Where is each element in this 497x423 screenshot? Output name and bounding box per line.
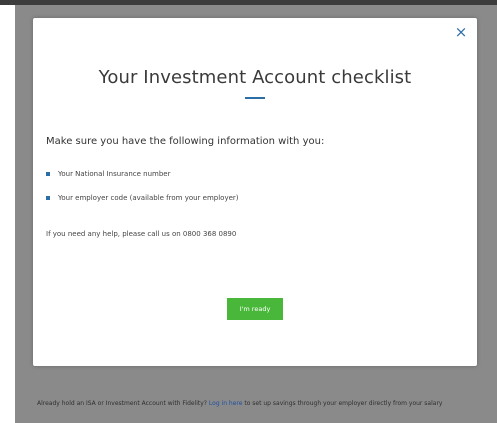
intro-text: Make sure you have the following informa… — [46, 136, 325, 147]
checklist-item-employer-code: Your employer code (available from your … — [46, 192, 239, 204]
checklist-item-label: Your employer code (available from your … — [58, 194, 239, 202]
checklist-item-national-insurance: Your National Insurance number — [46, 168, 239, 180]
checklist: Your National Insurance number Your empl… — [46, 168, 239, 216]
help-text: If you need any help, please call us on … — [46, 230, 237, 238]
modal-title: Your Investment Account checklist — [98, 67, 412, 88]
im-ready-button[interactable]: I'm ready — [227, 298, 283, 320]
checklist-item-label: Your National Insurance number — [58, 170, 171, 178]
close-icon[interactable]: × — [453, 24, 469, 40]
footer-note: Already hold an ISA or Investment Accoun… — [37, 398, 495, 409]
checklist-modal: × Your Investment Account checklist Make… — [33, 18, 477, 366]
footer-prefix: Already hold an ISA or Investment Accoun… — [37, 400, 207, 407]
login-link[interactable]: Log in here — [209, 400, 243, 407]
title-divider — [245, 97, 265, 99]
bullet-icon — [46, 172, 50, 176]
bullet-icon — [46, 196, 50, 200]
footer-suffix: to set up savings through your employer … — [244, 400, 443, 407]
